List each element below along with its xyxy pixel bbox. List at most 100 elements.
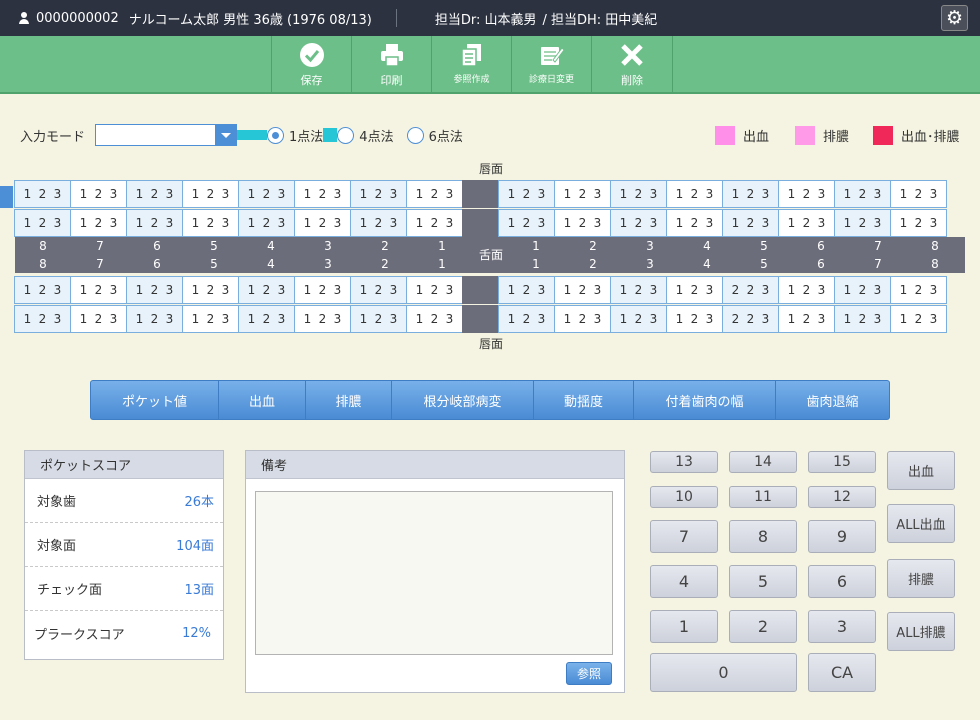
site-value[interactable]: 2 [635, 312, 643, 326]
site-value[interactable]: 1 [788, 312, 796, 326]
site-value[interactable]: 1 [844, 216, 852, 230]
site-value[interactable]: 1 [620, 312, 628, 326]
site-value[interactable]: 1 [304, 187, 312, 201]
keypad-key[interactable]: 2 [729, 610, 797, 643]
save-button[interactable]: 保存 [271, 36, 351, 92]
tab-attached-gingiva[interactable]: 付着歯肉の幅 [634, 381, 776, 419]
site-value[interactable]: 3 [334, 312, 342, 326]
site-value[interactable]: 2 [375, 283, 383, 297]
tooth-cell[interactable]: 123 [834, 209, 891, 237]
site-value[interactable]: 2 [263, 216, 271, 230]
site-value[interactable]: 1 [788, 216, 796, 230]
site-value[interactable]: 1 [620, 216, 628, 230]
site-value[interactable]: 2 [523, 312, 531, 326]
site-value[interactable]: 3 [650, 283, 658, 297]
keypad-key[interactable]: 1 [650, 610, 718, 643]
notes-textarea[interactable] [255, 491, 613, 655]
site-value[interactable]: 1 [24, 216, 32, 230]
tooth-cell[interactable]: 123 [294, 209, 351, 237]
site-value[interactable]: 2 [635, 216, 643, 230]
site-value[interactable]: 3 [818, 216, 826, 230]
site-value[interactable]: 3 [538, 187, 546, 201]
site-value[interactable]: 3 [446, 187, 454, 201]
print-button[interactable]: 印刷 [351, 36, 431, 92]
tooth-cell[interactable]: 123 [126, 180, 183, 208]
site-value[interactable]: 3 [110, 216, 118, 230]
site-value[interactable]: 2 [691, 187, 699, 201]
delete-button[interactable]: 削除 [591, 36, 673, 92]
tab-bleeding[interactable]: 出血 [219, 381, 306, 419]
site-value[interactable]: 3 [222, 312, 230, 326]
tooth-cell[interactable]: 123 [182, 305, 239, 333]
site-value[interactable]: 3 [278, 283, 286, 297]
site-value[interactable]: 3 [390, 216, 398, 230]
site-value[interactable]: 2 [263, 283, 271, 297]
site-value[interactable]: 2 [375, 187, 383, 201]
tooth-cell[interactable]: 123 [498, 180, 555, 208]
site-value[interactable]: 2 [431, 187, 439, 201]
tooth-cell[interactable]: 123 [498, 209, 555, 237]
tooth-cell[interactable]: 223 [722, 276, 779, 304]
tooth-cell[interactable]: 123 [350, 209, 407, 237]
tooth-cell[interactable]: 123 [182, 276, 239, 304]
site-value[interactable]: 2 [431, 312, 439, 326]
site-value[interactable]: 1 [732, 187, 740, 201]
site-value[interactable]: 1 [564, 187, 572, 201]
tooth-cell[interactable]: 123 [182, 209, 239, 237]
tab-furcation[interactable]: 根分岐部病変 [392, 381, 534, 419]
site-value[interactable]: 3 [334, 283, 342, 297]
site-value[interactable]: 2 [859, 283, 867, 297]
keypad-key[interactable]: CA [808, 653, 876, 692]
site-value[interactable]: 1 [360, 283, 368, 297]
tooth-cell[interactable]: 123 [890, 209, 947, 237]
site-value[interactable]: 2 [859, 216, 867, 230]
keypad-key[interactable]: 5 [729, 565, 797, 598]
site-value[interactable]: 1 [676, 283, 684, 297]
all-bleeding-button[interactable]: ALL出血 [887, 504, 955, 543]
tooth-cell[interactable]: 123 [238, 305, 295, 333]
site-value[interactable]: 3 [650, 187, 658, 201]
site-value[interactable]: 1 [620, 187, 628, 201]
tooth-cell[interactable]: 123 [294, 180, 351, 208]
site-value[interactable]: 3 [762, 187, 770, 201]
site-value[interactable]: 2 [39, 312, 47, 326]
tooth-cell[interactable]: 123 [834, 276, 891, 304]
tooth-cell[interactable]: 123 [350, 180, 407, 208]
tooth-cell[interactable]: 123 [610, 305, 667, 333]
tooth-cell[interactable]: 123 [666, 180, 723, 208]
site-value[interactable]: 3 [390, 283, 398, 297]
site-value[interactable]: 3 [762, 216, 770, 230]
site-value[interactable]: 3 [446, 216, 454, 230]
site-value[interactable]: 2 [207, 312, 215, 326]
tooth-cell[interactable]: 123 [126, 305, 183, 333]
site-value[interactable]: 3 [818, 312, 826, 326]
tooth-cell[interactable]: 123 [778, 209, 835, 237]
site-value[interactable]: 3 [110, 283, 118, 297]
site-value[interactable]: 2 [151, 312, 159, 326]
site-value[interactable]: 2 [691, 283, 699, 297]
keypad-key[interactable]: 0 [650, 653, 797, 692]
input-mode-select[interactable] [95, 124, 238, 146]
tooth-cell[interactable]: 123 [666, 305, 723, 333]
site-value[interactable]: 3 [334, 187, 342, 201]
change-date-button[interactable]: 診療日変更 [511, 36, 591, 92]
site-value[interactable]: 2 [263, 187, 271, 201]
site-value[interactable]: 2 [635, 187, 643, 201]
site-value[interactable]: 1 [564, 312, 572, 326]
site-value[interactable]: 3 [54, 216, 62, 230]
site-value[interactable]: 1 [136, 187, 144, 201]
site-value[interactable]: 1 [900, 283, 908, 297]
tooth-cell[interactable]: 123 [554, 209, 611, 237]
site-value[interactable]: 3 [446, 312, 454, 326]
site-value[interactable]: 1 [508, 216, 516, 230]
site-value[interactable]: 1 [416, 312, 424, 326]
site-value[interactable]: 3 [54, 283, 62, 297]
site-value[interactable]: 2 [207, 187, 215, 201]
site-value[interactable]: 3 [594, 283, 602, 297]
site-value[interactable]: 1 [24, 187, 32, 201]
tooth-cell[interactable]: 123 [498, 276, 555, 304]
radio-4-point[interactable] [337, 126, 355, 144]
tooth-cell[interactable]: 123 [498, 305, 555, 333]
site-value[interactable]: 3 [818, 283, 826, 297]
tooth-cell[interactable]: 123 [890, 276, 947, 304]
